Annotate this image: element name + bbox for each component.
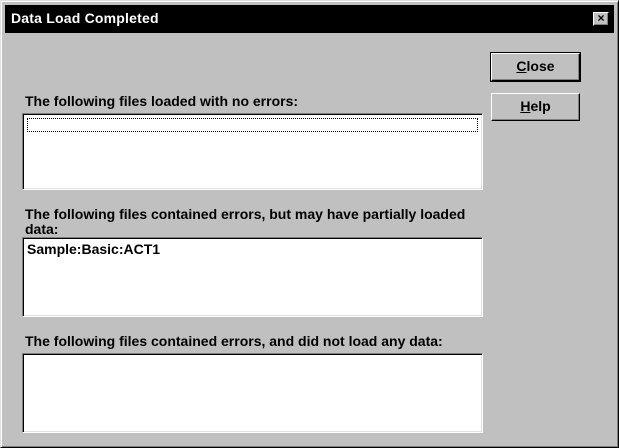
window-title: Data Load Completed xyxy=(11,10,159,26)
title-bar[interactable]: Data Load Completed × xyxy=(5,5,614,33)
close-button-accelerator: C xyxy=(516,58,527,74)
help-button[interactable]: Help xyxy=(491,93,580,121)
close-button[interactable]: Close xyxy=(490,52,581,82)
help-button-accelerator: H xyxy=(520,98,531,114)
focus-rectangle xyxy=(27,118,478,132)
data-load-completed-dialog: Data Load Completed × Close Help The fol… xyxy=(0,0,619,448)
partial-load-errors-list[interactable]: Sample:Basic:ACT1 xyxy=(22,237,483,317)
partial-load-errors-label: The following files contained errors, bu… xyxy=(25,206,466,237)
loaded-no-errors-label: The following files loaded with no error… xyxy=(25,93,299,109)
close-icon[interactable]: × xyxy=(593,12,609,26)
no-data-loaded-errors-list[interactable] xyxy=(22,353,483,433)
close-button-label: lose xyxy=(526,58,555,74)
help-button-label: elp xyxy=(530,98,551,114)
loaded-no-errors-list[interactable] xyxy=(22,113,483,190)
no-data-loaded-errors-label: The following files contained errors, an… xyxy=(25,333,443,349)
list-item[interactable]: Sample:Basic:ACT1 xyxy=(27,241,160,257)
